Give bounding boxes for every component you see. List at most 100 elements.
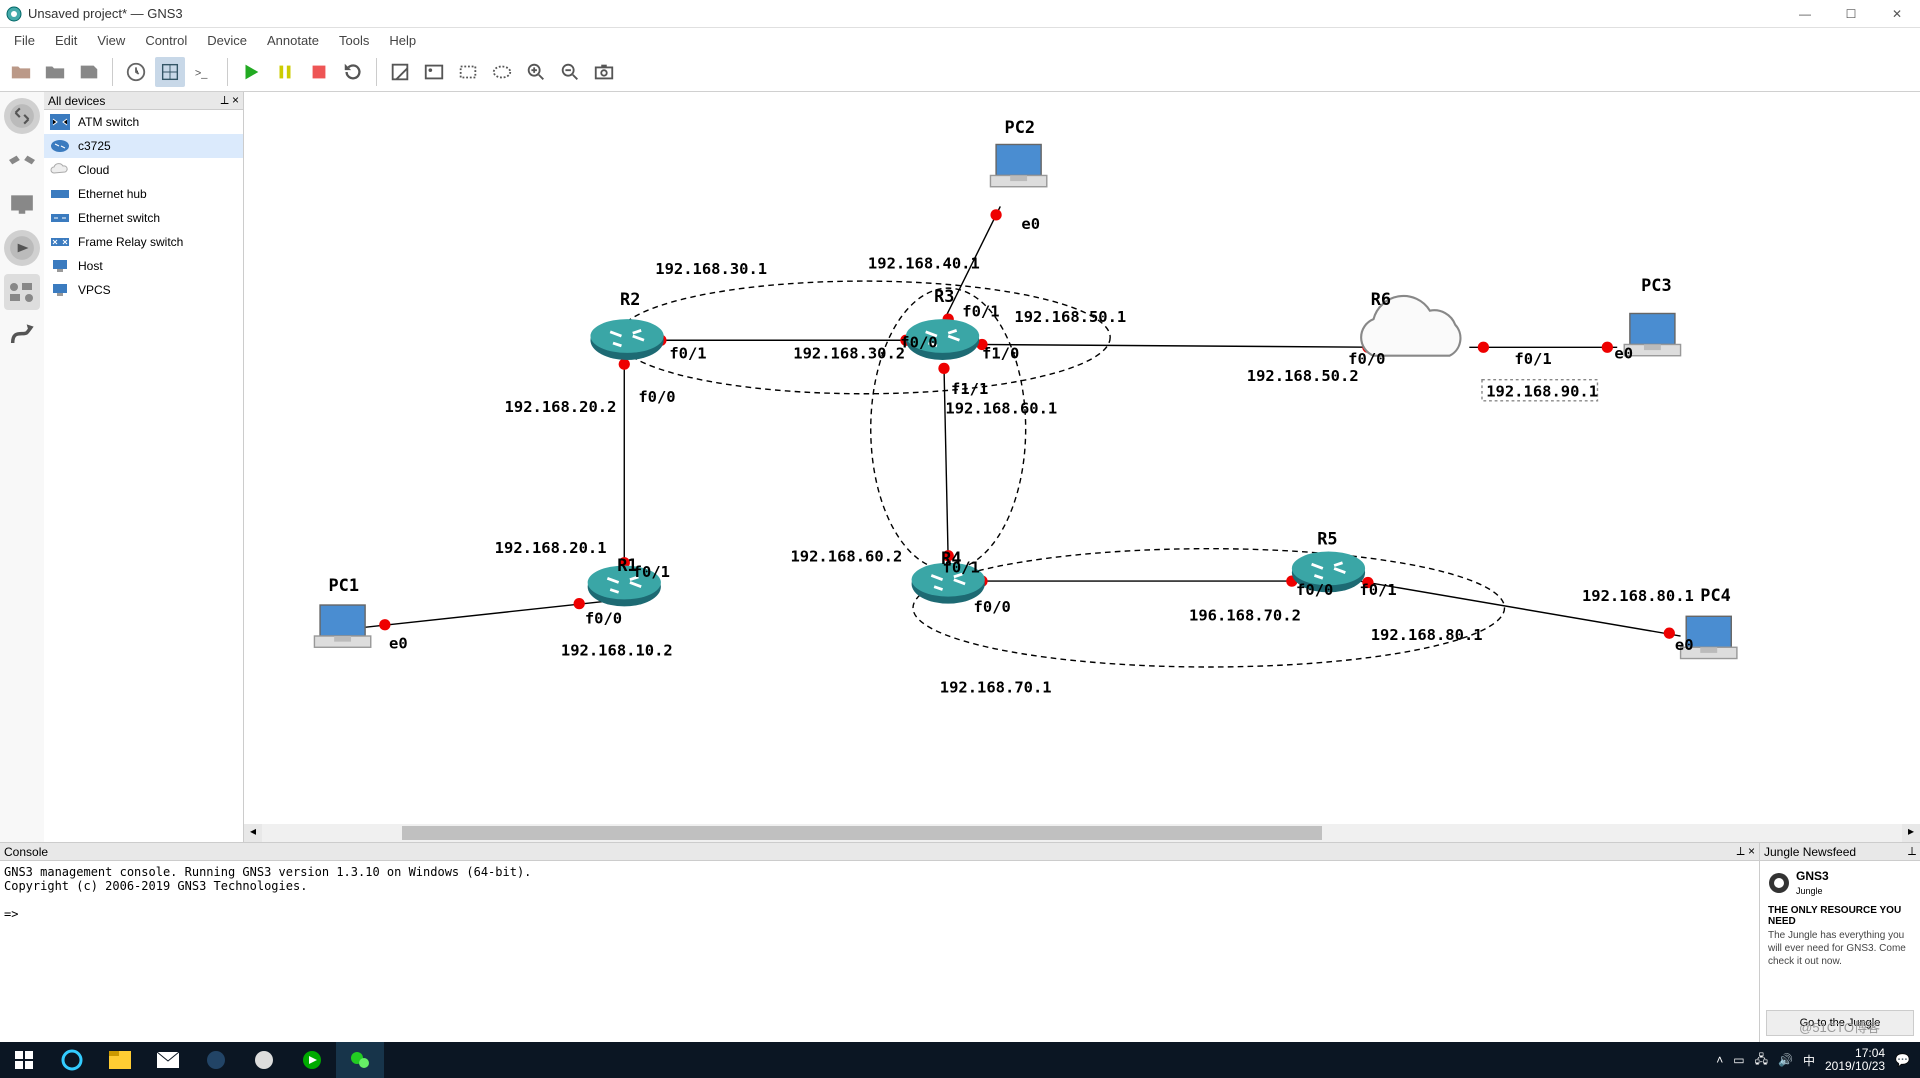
stop-icon[interactable] — [304, 57, 334, 87]
device-panel-controls[interactable]: ⟂ × — [221, 93, 239, 108]
image-icon[interactable] — [419, 57, 449, 87]
svg-text:192.168.50.1: 192.168.50.1 — [1014, 308, 1126, 326]
play-icon[interactable] — [236, 57, 266, 87]
newsfeed-panel: Jungle Newsfeed ⟂ GNS3Jungle THE ONLY RE… — [1760, 843, 1920, 1042]
svg-text:PC2: PC2 — [1005, 117, 1036, 137]
end-devices-category[interactable] — [4, 186, 40, 222]
toolbar: >_ — [0, 52, 1920, 92]
canvas-hscroll[interactable]: ◂ ▸ — [244, 824, 1920, 842]
switches-category[interactable] — [4, 142, 40, 178]
tray-ime[interactable]: 中 — [1803, 1052, 1815, 1069]
svg-text:192.168.80.1: 192.168.80.1 — [1582, 587, 1694, 605]
device-panel: All devices ⟂ × ATM switch c3725 Cloud E… — [44, 92, 244, 842]
svg-text:e0: e0 — [389, 635, 408, 653]
svg-text:192.168.60.2: 192.168.60.2 — [790, 547, 902, 565]
taskbar-edge-icon[interactable] — [48, 1042, 96, 1078]
svg-text:PC3: PC3 — [1641, 275, 1672, 295]
newsfeed-header: Jungle Newsfeed ⟂ — [1760, 843, 1920, 861]
svg-text:f0/0: f0/0 — [585, 609, 622, 627]
device-atm-switch[interactable]: ATM switch — [44, 110, 243, 134]
console-icon[interactable]: >_ — [189, 57, 219, 87]
routers-category[interactable] — [4, 98, 40, 134]
open-folder-icon[interactable] — [6, 57, 36, 87]
tray-network-icon[interactable]: 🖧 — [1755, 1050, 1768, 1071]
titlebar: Unsaved project* — GNS3 — ☐ ✕ — [0, 0, 1920, 28]
windows-taskbar[interactable]: ˄ ▭ 🖧 🔊 中 17:04 2019/10/23 💬 — [0, 1042, 1920, 1078]
device-host[interactable]: Host — [44, 254, 243, 278]
ellipse-icon[interactable] — [487, 57, 517, 87]
maximize-button[interactable]: ☐ — [1828, 0, 1874, 28]
svg-text:192.168.80.1: 192.168.80.1 — [1371, 626, 1483, 644]
taskbar-app3-icon[interactable] — [288, 1042, 336, 1078]
menu-tools[interactable]: Tools — [329, 31, 379, 50]
app-logo — [6, 6, 22, 22]
pause-icon[interactable] — [270, 57, 300, 87]
add-link-icon[interactable] — [4, 318, 40, 354]
start-button[interactable] — [0, 1042, 48, 1078]
topology-canvas[interactable]: PC1 PC2 PC3 PC4 R1 R2 R3 R4 R5 R6 e0 e0 … — [244, 92, 1920, 842]
device-c3725[interactable]: c3725 — [44, 134, 243, 158]
device-panel-header: All devices ⟂ × — [44, 92, 243, 110]
svg-text:192.168.50.2: 192.168.50.2 — [1247, 367, 1359, 385]
taskbar-wechat-icon[interactable] — [336, 1042, 384, 1078]
snap-grid-icon[interactable] — [155, 57, 185, 87]
svg-text:f1/0: f1/0 — [982, 345, 1019, 363]
reload-icon[interactable] — [338, 57, 368, 87]
device-ethernet-hub[interactable]: Ethernet hub — [44, 182, 243, 206]
tray-chevron-up-icon[interactable]: ˄ — [1716, 1053, 1723, 1067]
node-pc1[interactable] — [314, 605, 370, 647]
console-header: Console ⟂ × — [0, 843, 1759, 861]
svg-text:f0/1: f0/1 — [962, 302, 999, 320]
rect-icon[interactable] — [453, 57, 483, 87]
zoom-out-icon[interactable] — [555, 57, 585, 87]
console-controls[interactable]: ⟂ × — [1737, 844, 1755, 859]
svg-text:R6: R6 — [1371, 289, 1391, 309]
menu-control[interactable]: Control — [135, 31, 197, 50]
close-button[interactable]: ✕ — [1874, 0, 1920, 28]
security-category[interactable] — [4, 230, 40, 266]
screenshot-icon[interactable] — [589, 57, 619, 87]
menu-device[interactable]: Device — [197, 31, 257, 50]
clock-icon[interactable] — [121, 57, 151, 87]
menu-annotate[interactable]: Annotate — [257, 31, 329, 50]
newsfeed-controls[interactable]: ⟂ — [1908, 844, 1916, 859]
device-vpcs[interactable]: VPCS — [44, 278, 243, 302]
node-r2[interactable] — [590, 319, 663, 360]
export-icon[interactable] — [74, 57, 104, 87]
all-devices-category[interactable] — [4, 274, 40, 310]
zoom-in-icon[interactable] — [521, 57, 551, 87]
svg-text:192.168.40.1: 192.168.40.1 — [868, 254, 980, 272]
taskbar-explorer-icon[interactable] — [96, 1042, 144, 1078]
device-cloud[interactable]: Cloud — [44, 158, 243, 182]
save-folder-icon[interactable] — [40, 57, 70, 87]
svg-text:192.168.60.1: 192.168.60.1 — [945, 399, 1057, 417]
menu-help[interactable]: Help — [379, 31, 426, 50]
svg-text:192.168.90.1: 192.168.90.1 — [1486, 383, 1598, 401]
svg-text:f0/0: f0/0 — [638, 388, 675, 406]
node-pc2[interactable] — [990, 144, 1046, 186]
menubar: File Edit View Control Device Annotate T… — [0, 28, 1920, 52]
menu-view[interactable]: View — [87, 31, 135, 50]
tray-battery-icon[interactable]: ▭ — [1733, 1053, 1744, 1067]
device-frame-relay[interactable]: Frame Relay switch — [44, 230, 243, 254]
tray-volume-icon[interactable]: 🔊 — [1778, 1053, 1793, 1067]
svg-text:f0/0: f0/0 — [1296, 581, 1333, 599]
taskbar-app2-icon[interactable] — [240, 1042, 288, 1078]
gns3-logo-icon — [1768, 872, 1790, 894]
svg-text:e0: e0 — [1614, 345, 1633, 363]
note-icon[interactable] — [385, 57, 415, 87]
svg-text:f0/1: f0/1 — [633, 563, 670, 581]
tray-notifications-icon[interactable]: 💬 — [1895, 1053, 1910, 1067]
console-output[interactable]: GNS3 management console. Running GNS3 ve… — [0, 861, 1759, 1042]
minimize-button[interactable]: — — [1782, 0, 1828, 28]
news-brand: GNS3 — [1796, 869, 1829, 883]
svg-text:f0/1: f0/1 — [669, 345, 706, 363]
device-ethernet-switch[interactable]: Ethernet switch — [44, 206, 243, 230]
tray-clock[interactable]: 17:04 2019/10/23 — [1825, 1047, 1885, 1073]
svg-text:192.168.70.1: 192.168.70.1 — [940, 678, 1052, 696]
taskbar-mail-icon[interactable] — [144, 1042, 192, 1078]
menu-edit[interactable]: Edit — [45, 31, 87, 50]
svg-text:PC4: PC4 — [1700, 585, 1731, 605]
taskbar-app1-icon[interactable] — [192, 1042, 240, 1078]
menu-file[interactable]: File — [4, 31, 45, 50]
